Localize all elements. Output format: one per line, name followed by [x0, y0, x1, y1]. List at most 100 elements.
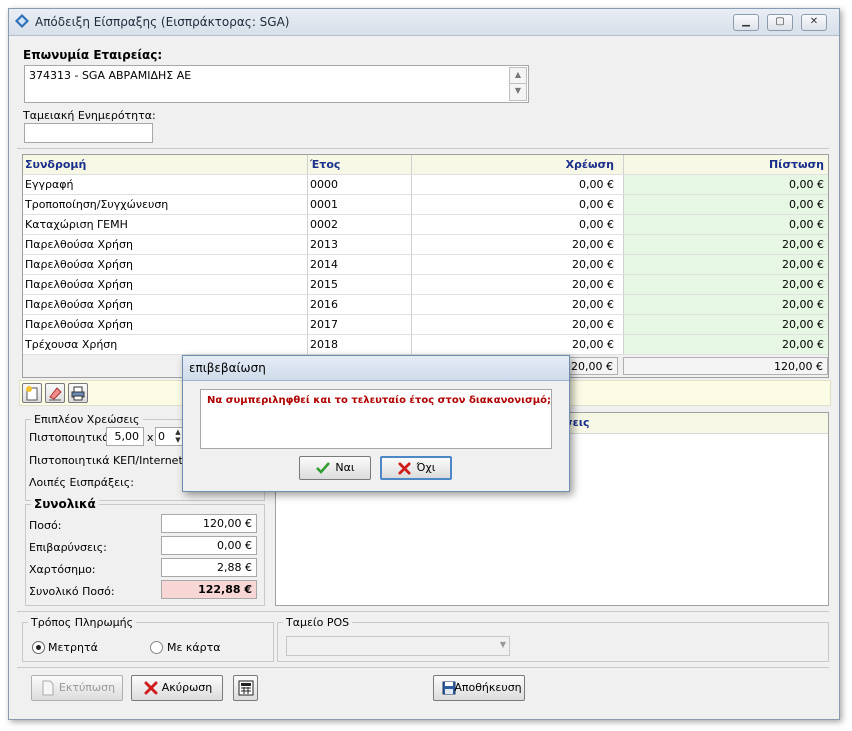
cell-subscription: Παρελθούσα Χρήση — [25, 278, 133, 291]
table-row[interactable]: Παρελθούσα Χρήση 2013 20,00 €20,00 € — [23, 235, 828, 255]
amount-label: Ποσό: — [29, 519, 62, 532]
payment-method-title: Τρόπος Πληρωμής — [28, 616, 137, 629]
card-radio[interactable] — [150, 641, 163, 654]
pos-group: Ταμείο POS ▼ — [277, 616, 829, 662]
maximize-button[interactable]: ▢ — [767, 14, 793, 31]
divider — [17, 611, 829, 612]
other-receipts-label: Λοιπές Εισπράξεις: — [29, 476, 134, 489]
total-amount-field: 122,88 € — [161, 580, 257, 599]
minimize-button[interactable]: ▁ — [733, 14, 759, 31]
totals-group: Συνολικά Ποσό: 120,00 € Επιβαρύνσεις: 0,… — [25, 497, 265, 606]
yes-button[interactable]: Ναι — [299, 456, 371, 480]
cancel-button-label: Ακύρωση — [161, 681, 213, 694]
close-button[interactable]: ✕ — [801, 14, 827, 31]
table-row[interactable]: Τροποποίηση/Συγχώνευση 0001 0,00 €0,00 € — [23, 195, 828, 215]
new-document-icon — [26, 386, 38, 401]
cell-subscription: Παρελθούσα Χρήση — [25, 238, 133, 251]
dialog-title-bar[interactable]: επιβεβαίωση — [183, 356, 569, 381]
table-row[interactable]: Τρέχουσα Χρήση 2018 20,00 €20,00 € — [23, 335, 828, 355]
scroll-down-icon[interactable]: ▼ — [509, 83, 527, 101]
total-credit: 120,00 € — [623, 357, 828, 375]
cancel-button[interactable]: Ακύρωση — [131, 675, 223, 701]
cell-subscription: Παρελθούσα Χρήση — [25, 318, 133, 331]
cash-label[interactable]: Μετρητά — [48, 641, 98, 654]
surcharges-label: Επιβαρύνσεις: — [29, 541, 107, 554]
column-header-subscription[interactable]: Συνδρομή — [25, 155, 307, 174]
cash-status-label: Ταμειακή Ενημερότητα: — [23, 109, 156, 122]
print-button[interactable]: Εκτύπωση — [31, 675, 123, 701]
cell-credit[interactable]: 20,00 € — [623, 275, 828, 294]
cash-radio[interactable] — [32, 641, 45, 654]
erase-row-button[interactable] — [45, 383, 65, 403]
cell-credit[interactable]: 20,00 € — [623, 315, 828, 334]
print-grid-button[interactable] — [68, 383, 88, 403]
cash-status-field[interactable] — [24, 123, 153, 143]
cell-charge: 0,00 € — [411, 175, 618, 194]
divider — [17, 667, 829, 668]
radio-selected-icon — [36, 645, 41, 650]
table-row[interactable]: Καταχώριση ΓΕΜΗ 0002 0,00 €0,00 € — [23, 215, 828, 235]
cell-year: 0001 — [307, 195, 414, 214]
column-header-charge[interactable]: Χρέωση — [411, 155, 618, 174]
cell-credit[interactable]: 0,00 € — [623, 215, 828, 234]
window-title: Απόδειξη Είσπραξης (Εισπράκτορας: SGA) — [35, 15, 290, 29]
stamp-duty-label: Χαρτόσημο: — [29, 563, 96, 576]
eraser-icon — [49, 387, 62, 401]
cell-charge: 20,00 € — [411, 315, 618, 334]
table-row[interactable]: Παρελθούσα Χρήση 2017 20,00 €20,00 € — [23, 315, 828, 335]
cell-year: 2015 — [307, 275, 414, 294]
cell-credit[interactable]: 20,00 € — [623, 295, 828, 314]
payment-method-group: Τρόπος Πληρωμής Μετρητά Με κάρτα — [22, 616, 274, 662]
printer-icon — [71, 386, 85, 401]
cell-credit[interactable]: 0,00 € — [623, 175, 828, 194]
company-field[interactable]: 374313 - SGA ΑΒΡΑΜΙΔΗΣ ΑΕ ▲ ▼ — [24, 65, 529, 103]
cell-credit[interactable]: 20,00 € — [623, 335, 828, 354]
cell-subscription: Καταχώριση ΓΕΜΗ — [25, 218, 128, 231]
company-value: 374313 - SGA ΑΒΡΑΜΙΔΗΣ ΑΕ — [29, 69, 192, 82]
close-icon: ✕ — [809, 16, 819, 27]
table-row[interactable]: Παρελθούσα Χρήση 2015 20,00 €20,00 € — [23, 275, 828, 295]
dialog-title: επιβεβαίωση — [189, 361, 266, 375]
grid-header: Συνδρομή Έτος Χρέωση Πίστωση — [23, 155, 828, 175]
cell-credit[interactable]: 20,00 € — [623, 255, 828, 274]
times-label: x — [147, 431, 154, 444]
divider — [17, 148, 829, 149]
cell-year: 2017 — [307, 315, 414, 334]
cell-year: 2016 — [307, 295, 414, 314]
no-button[interactable]: Όχι — [380, 456, 452, 480]
cell-year: 2014 — [307, 255, 414, 274]
kep-certificates-label: Πιστοποιητικά ΚΕΠ/Internet: — [29, 454, 187, 467]
extra-charges-title: Επιπλέον Χρεώσεις — [31, 413, 143, 426]
column-header-year[interactable]: Έτος — [307, 155, 414, 174]
column-header-credit[interactable]: Πίστωση — [623, 155, 828, 174]
table-row[interactable]: Εγγραφή 0000 0,00 €0,00 € — [23, 175, 828, 195]
card-label[interactable]: Με κάρτα — [167, 641, 221, 654]
cell-charge: 0,00 € — [411, 215, 618, 234]
save-button-label: Αποθήκευση — [454, 681, 522, 694]
table-row[interactable]: Παρελθούσα Χρήση 2014 20,00 €20,00 € — [23, 255, 828, 275]
cell-subscription: Παρελθούσα Χρήση — [25, 298, 133, 311]
chevron-down-icon: ▼ — [499, 640, 506, 649]
table-row[interactable]: Παρελθούσα Χρήση 2016 20,00 €20,00 € — [23, 295, 828, 315]
calculator-button[interactable] — [233, 675, 258, 701]
minimize-icon: ▁ — [742, 16, 750, 27]
yes-button-label: Ναι — [335, 461, 355, 474]
new-row-button[interactable] — [22, 383, 42, 403]
company-label: Επωνυμία Εταιρείας: — [23, 48, 163, 62]
certificates-price-input[interactable]: 5,00 — [106, 427, 144, 446]
title-bar[interactable]: Απόδειξη Είσπραξης (Εισπράκτορας: SGA) ▁… — [9, 9, 839, 36]
no-button-label: Όχι — [416, 461, 436, 474]
stamp-duty-field: 2,88 € — [161, 558, 257, 577]
dialog-message-box: Να συμπεριληφθεί και το τελευταίο έτος σ… — [200, 389, 552, 449]
cell-charge: 20,00 € — [411, 275, 618, 294]
maximize-icon: ▢ — [775, 16, 785, 27]
save-button[interactable]: Αποθήκευση — [433, 675, 525, 701]
pos-select[interactable]: ▼ — [286, 636, 510, 656]
cell-credit[interactable]: 20,00 € — [623, 235, 828, 254]
total-amount-label: Συνολικό Ποσό: — [29, 585, 115, 598]
cancel-x-icon — [144, 681, 158, 695]
subscriptions-grid: Συνδρομή Έτος Χρέωση Πίστωση Εγγραφή 0000… — [22, 154, 829, 378]
cell-charge: 20,00 € — [411, 255, 618, 274]
cell-credit[interactable]: 0,00 € — [623, 195, 828, 214]
print-button-label: Εκτύπωση — [58, 681, 116, 694]
